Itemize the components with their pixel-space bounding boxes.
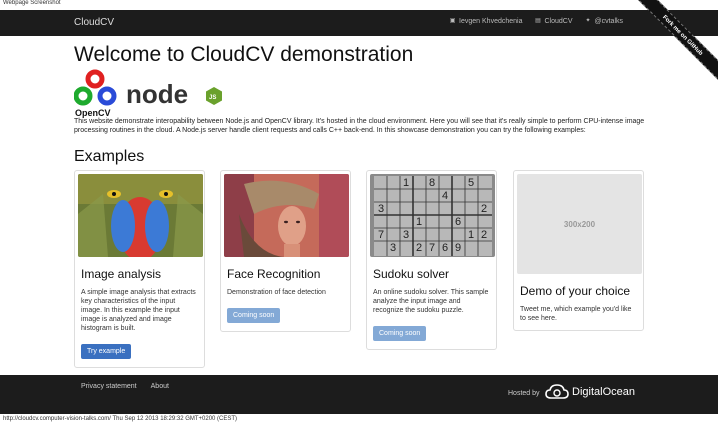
nav-link-label: CloudCV	[544, 18, 573, 25]
coming-soon-button[interactable]: Coming soon	[373, 326, 427, 341]
hosted-by-label: Hosted by	[508, 390, 540, 397]
card-title: Face Recognition	[227, 267, 321, 281]
digitalocean-label: DigitalOcean	[572, 386, 635, 398]
svg-text:6: 6	[455, 216, 461, 228]
sudoku-image: 1 8 5 4 3 2 1 6 7 3 1 2 3 2 7 6 9	[370, 174, 495, 257]
svg-text:9: 9	[455, 242, 461, 254]
examples-heading: Examples	[74, 148, 145, 165]
cloud-icon	[545, 384, 569, 399]
placeholder-image: 300x200	[517, 174, 642, 274]
svg-text:3: 3	[378, 203, 384, 215]
about-link[interactable]: About	[151, 383, 169, 390]
card-description: Tweet me, which example you'd like to se…	[520, 306, 632, 322]
site-footer: Privacy statement About Hosted by Digita…	[0, 375, 718, 414]
logos: OpenCV node JS	[74, 69, 222, 118]
example-card-face-recognition: Face Recognition Demonstration of face d…	[220, 170, 351, 332]
github-icon: ▤	[535, 18, 541, 24]
card-title: Sudoku solver	[373, 267, 450, 281]
page-title: Welcome to CloudCV demonstration	[74, 43, 414, 66]
svg-text:2: 2	[416, 242, 422, 254]
nodejs-logo: node JS	[126, 79, 222, 109]
example-card-demo-choice: 300x200 Demo of your choice Tweet me, wh…	[513, 170, 644, 331]
screenshot-footer: http://cloudcv.computer-vision-talks.com…	[3, 416, 238, 422]
mandrill-image	[78, 174, 203, 257]
digitalocean-logo[interactable]: DigitalOcean	[545, 384, 635, 400]
lena-image	[224, 174, 349, 257]
svg-text:3: 3	[403, 229, 409, 241]
svg-text:3: 3	[390, 242, 396, 254]
card-description: Demonstration of face detection	[227, 289, 326, 296]
nav-link-github[interactable]: ▤ CloudCV	[534, 18, 572, 25]
nav-link-twitter[interactable]: ✦ @cvtalks	[585, 18, 624, 25]
svg-text:6: 6	[442, 242, 448, 254]
svg-text:8: 8	[429, 177, 435, 189]
nav-link-label: @cvtalks	[594, 18, 624, 25]
svg-text:7: 7	[378, 229, 384, 241]
nav-links: ▣ Ievgen Khvedchenia ▤ CloudCV ✦ @cvtalk…	[449, 18, 623, 25]
svg-text:5: 5	[468, 177, 474, 189]
svg-text:2: 2	[481, 229, 487, 241]
brand-link[interactable]: CloudCV	[74, 17, 114, 28]
placeholder-label: 300x200	[563, 219, 596, 229]
node-label: node	[126, 79, 188, 109]
footer-links: Privacy statement About	[81, 383, 169, 390]
linkedin-icon: ▣	[449, 18, 456, 24]
svg-text:7: 7	[429, 242, 435, 254]
twitter-icon: ✦	[585, 18, 591, 24]
coming-soon-button[interactable]: Coming soon	[227, 308, 281, 323]
opencv-logo: OpenCV	[74, 69, 117, 118]
svg-text:2: 2	[481, 203, 487, 215]
screenshot-title: Webpage Screenshot	[3, 0, 61, 6]
example-card-image-analysis: Image analysis A simple image analysis t…	[74, 170, 205, 368]
card-description: An online sudoku solver. This sample ana…	[373, 289, 489, 314]
svg-text:JS: JS	[209, 95, 216, 101]
nav-link-linkedin[interactable]: ▣ Ievgen Khvedchenia	[449, 18, 523, 25]
card-title: Image analysis	[81, 267, 162, 281]
navbar: CloudCV ▣ Ievgen Khvedchenia ▤ CloudCV ✦…	[0, 10, 718, 36]
svg-text:1: 1	[468, 229, 474, 241]
svg-text:4: 4	[442, 190, 448, 202]
card-title: Demo of your choice	[520, 284, 631, 298]
svg-text:1: 1	[416, 216, 422, 228]
privacy-link[interactable]: Privacy statement	[81, 383, 137, 390]
card-description: A simple image analysis that extracts ke…	[81, 289, 196, 332]
intro-text: This website demonstrate interopability …	[74, 118, 645, 134]
try-example-button[interactable]: Try example	[81, 344, 132, 359]
example-card-sudoku-solver: 1 8 5 4 3 2 1 6 7 3 1 2 3 2 7 6 9 Sudoku…	[366, 170, 497, 350]
nav-link-label: Ievgen Khvedchenia	[459, 18, 523, 25]
svg-text:1: 1	[403, 177, 409, 189]
